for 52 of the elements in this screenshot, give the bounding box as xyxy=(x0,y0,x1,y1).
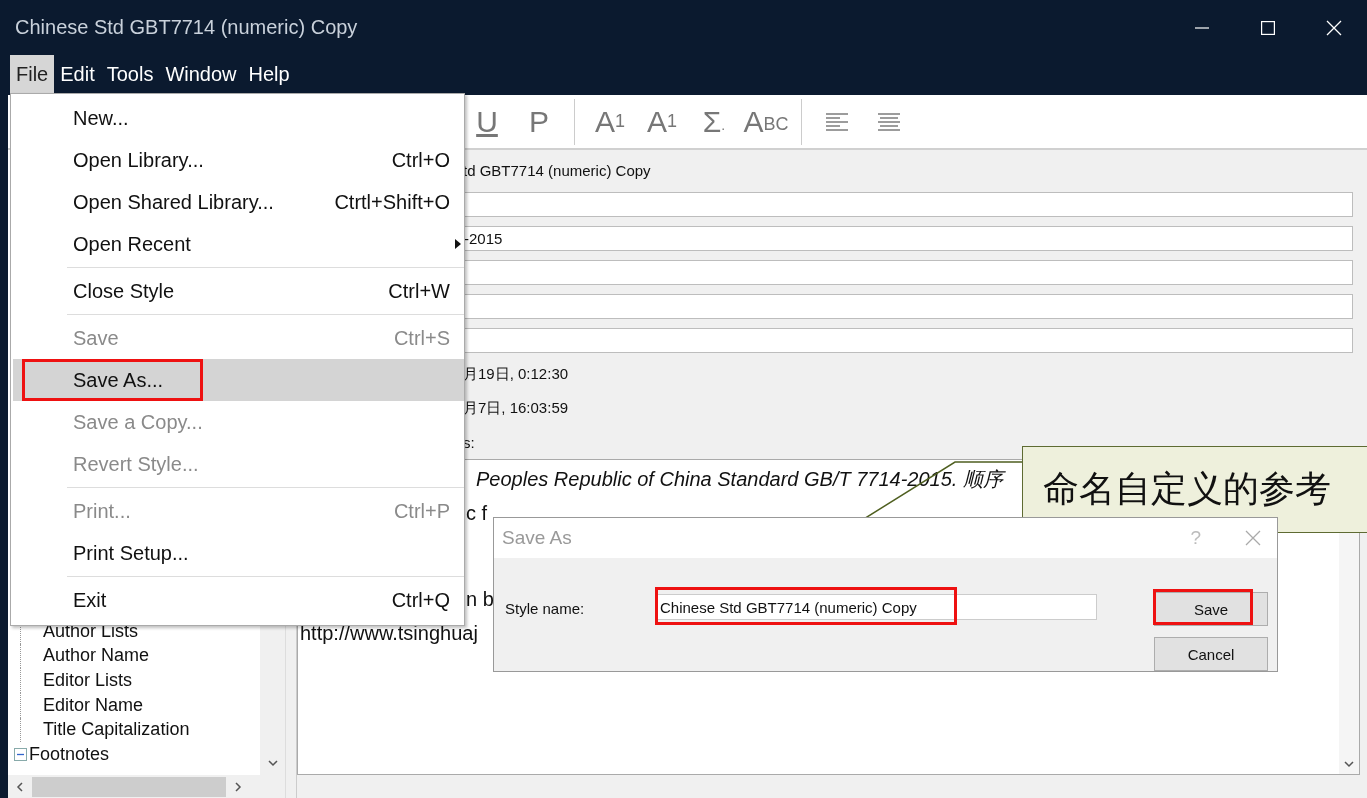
minimize-icon xyxy=(1195,26,1209,29)
tree-item[interactable]: Author Name xyxy=(43,645,150,667)
maximize-icon xyxy=(1261,20,1275,35)
preview-text: n b xyxy=(466,587,494,611)
input-field[interactable]: -2015 xyxy=(462,226,1353,251)
tree-item[interactable]: Editor Name xyxy=(43,694,144,716)
align-center-icon xyxy=(877,111,901,132)
menu-item[interactable]: New... xyxy=(13,97,464,139)
dialog-title: Save As xyxy=(502,527,573,549)
close-icon[interactable] xyxy=(1245,530,1261,546)
menu-item[interactable]: Open Shared Library... Ctrtl+Shift+O xyxy=(13,181,464,223)
menu-bar-item[interactable]: Window xyxy=(159,55,243,93)
chevron-right-icon[interactable] xyxy=(232,780,244,793)
menu-item[interactable]: Save As... xyxy=(13,359,464,401)
menu-item[interactable]: Print Setup... xyxy=(13,532,464,574)
preview-text: c f xyxy=(466,501,488,525)
close-icon xyxy=(1326,19,1342,36)
input-field[interactable] xyxy=(462,328,1353,353)
dialog-button[interactable]: Save xyxy=(1154,592,1268,626)
dialog-button[interactable]: Cancel xyxy=(1154,637,1268,671)
chevron-down-icon[interactable] xyxy=(1343,758,1355,770)
chevron-left-icon[interactable] xyxy=(14,780,26,793)
chevron-down-icon[interactable] xyxy=(266,757,279,769)
input-field[interactable]: Chinese Std GBT7714 (numeric) Copy xyxy=(655,594,1097,620)
menu-bar-item[interactable]: Tools xyxy=(100,55,160,93)
input-field[interactable] xyxy=(462,260,1353,285)
tree-item[interactable]: Footnotes xyxy=(29,744,110,766)
field-value: 月19日, 0:12:30 xyxy=(463,365,569,384)
menu-item[interactable]: Open Library... Ctrl+O xyxy=(13,139,464,181)
scrollbar[interactable] xyxy=(1339,530,1359,774)
tree-item[interactable]: Editor Lists xyxy=(43,670,133,692)
field-label: Style name: xyxy=(505,600,586,618)
menu-bar-item[interactable]: Help xyxy=(242,55,296,93)
preview-text: http://www.tsinghuaj xyxy=(300,621,478,645)
small-caps-button[interactable]: ABC xyxy=(743,98,789,145)
field-value: 月7日, 16:03:59 xyxy=(463,399,569,418)
input-field[interactable] xyxy=(462,294,1353,319)
menu-item[interactable]: Close Style Ctrl+W xyxy=(13,270,464,312)
tree-item[interactable]: Title Capitalization xyxy=(43,719,190,741)
symbol-button[interactable]: Σ. xyxy=(691,98,737,145)
plain-text-button[interactable]: P xyxy=(516,98,562,145)
superscript-button[interactable]: A$^{1}$ xyxy=(587,98,633,145)
underline-button[interactable]: U xyxy=(464,98,510,145)
menu-bar-item[interactable]: File xyxy=(10,55,55,93)
menu-item[interactable]: Open Recent xyxy=(13,223,464,265)
callout-text: 命名自定义的参考 xyxy=(1043,467,1331,511)
menu-item[interactable]: Exit Ctrl+Q xyxy=(13,579,464,621)
input-field[interactable] xyxy=(462,192,1353,217)
window-title: Chinese Std GBT7714 (numeric) Copy xyxy=(15,16,359,39)
collapse-icon[interactable] xyxy=(14,748,27,762)
menu-bar-item[interactable]: Edit xyxy=(54,55,101,93)
align-left-icon xyxy=(825,111,849,132)
